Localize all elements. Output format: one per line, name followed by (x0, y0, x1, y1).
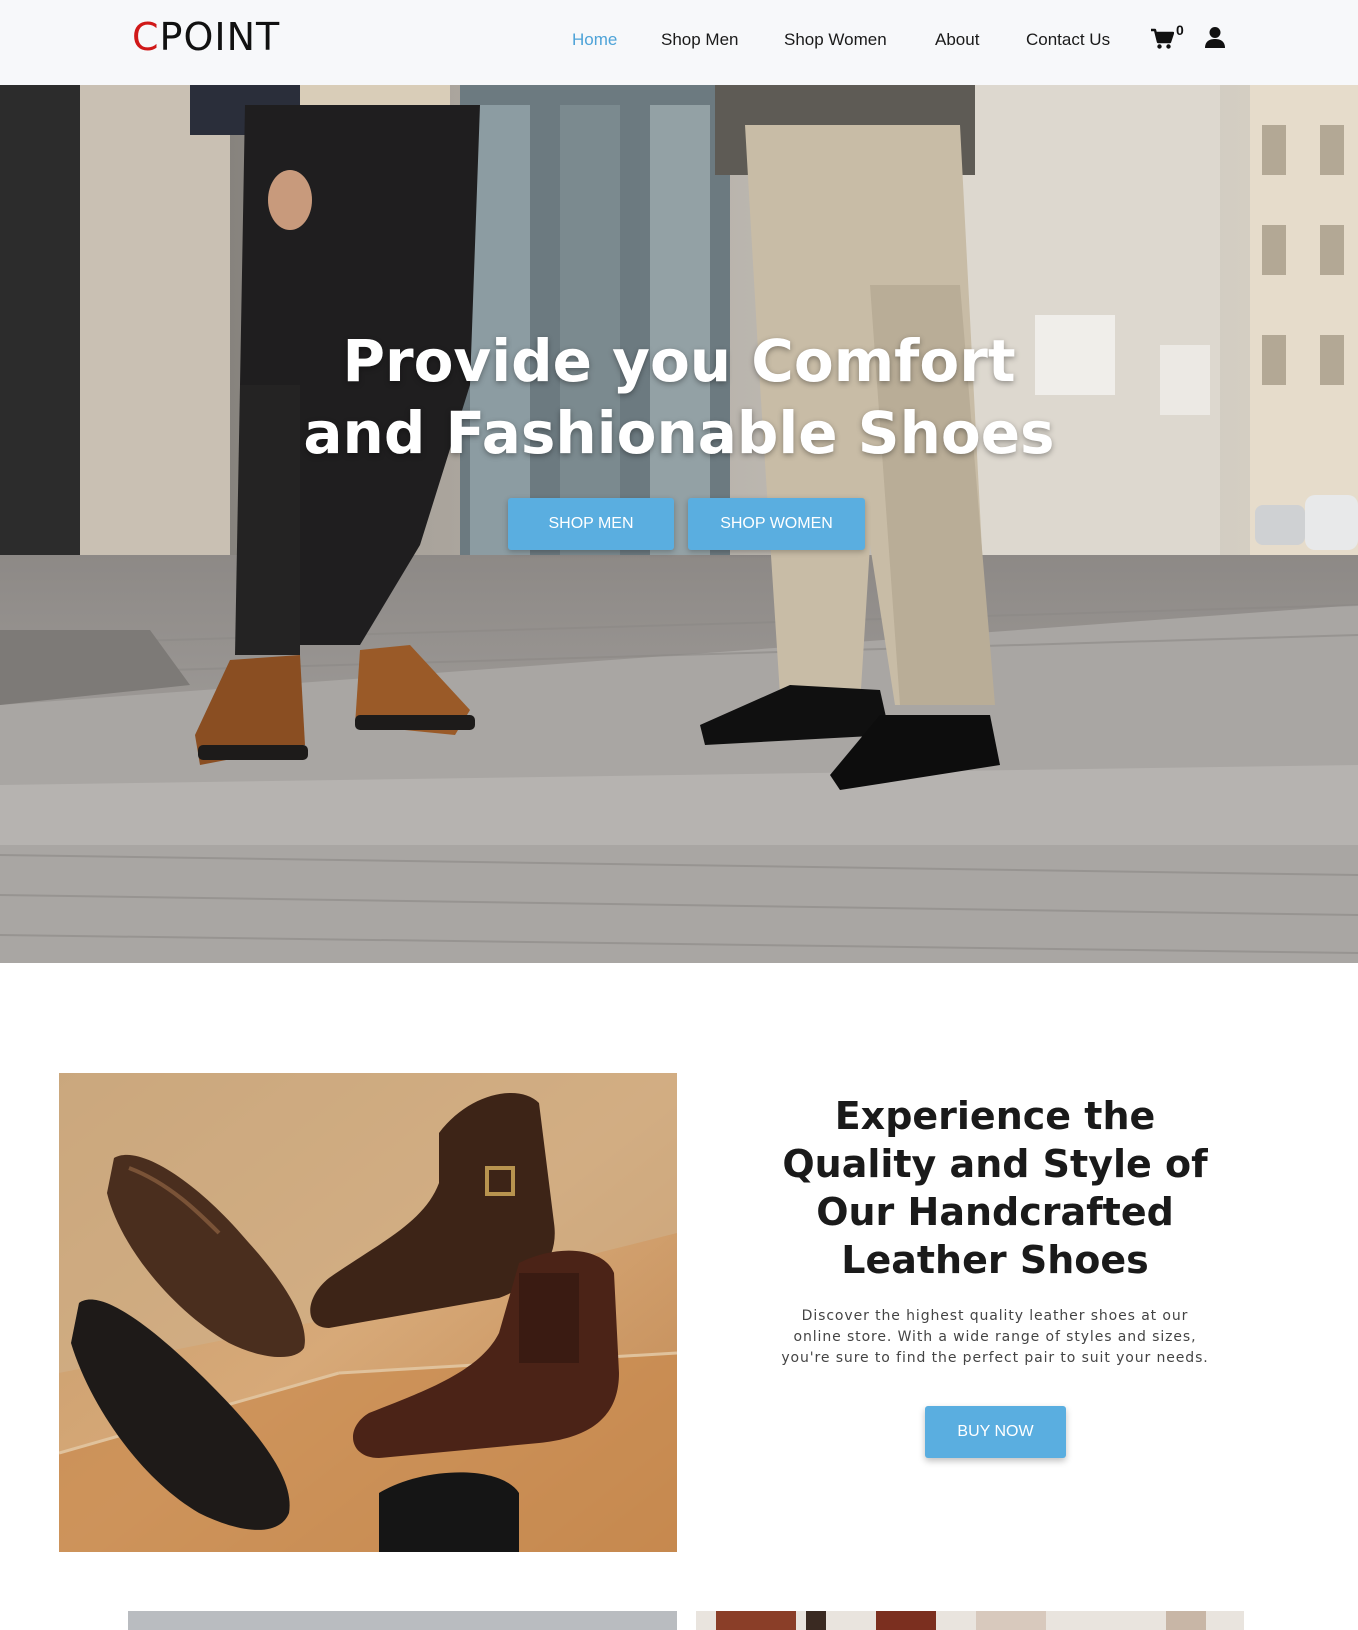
brand-logo[interactable]: CPOINT (132, 15, 280, 59)
account-button[interactable] (1204, 26, 1226, 50)
nav-shop-men[interactable]: Shop Men (661, 29, 739, 51)
feature-heading: Experience the Quality and Style of Our … (740, 1092, 1250, 1284)
category-image-right-illustration (716, 1611, 1206, 1630)
hero-title-line1: Provide you Comfort (342, 327, 1016, 395)
nav-shop-women[interactable]: Shop Women (784, 29, 887, 51)
shopping-cart-icon (1151, 28, 1174, 49)
logo-text: POINT (159, 15, 281, 59)
user-icon (1205, 27, 1225, 48)
category-image-right (696, 1611, 1244, 1630)
nav-contact-us[interactable]: Contact Us (1026, 29, 1110, 51)
feature-heading-line1: Experience the (834, 1094, 1156, 1138)
nav-about[interactable]: About (935, 29, 979, 51)
hero-title: Provide you Comfort and Fashionable Shoe… (229, 325, 1129, 469)
feature-description: Discover the highest quality leather sho… (764, 1306, 1226, 1369)
feature-text-line1: Discover the highest quality leather sho… (801, 1308, 1189, 1324)
cart-button[interactable]: 0 (1150, 22, 1190, 54)
hero-title-line2: and Fashionable Shoes (303, 399, 1055, 467)
feature-heading-line2: Quality and Style of (782, 1142, 1208, 1186)
shop-men-button[interactable]: SHOP MEN (508, 498, 674, 550)
category-image-left (128, 1611, 677, 1630)
cart-count-badge: 0 (1176, 22, 1184, 38)
buy-now-button[interactable]: BUY NOW (925, 1406, 1066, 1458)
feature-heading-line4: Leather Shoes (841, 1238, 1149, 1282)
leather-shoes-illustration (59, 1073, 677, 1552)
hero-banner: Provide you Comfort and Fashionable Shoe… (0, 85, 1358, 963)
feature-text-line3: you're sure to find the perfect pair to … (781, 1350, 1209, 1366)
logo-letter-c: C (132, 15, 160, 59)
feature-heading-line3: Our Handcrafted (816, 1190, 1174, 1234)
feature-text-line2: online store. With a wide range of style… (793, 1329, 1197, 1345)
hero-background-image (0, 85, 1358, 963)
shop-women-button[interactable]: SHOP WOMEN (688, 498, 865, 550)
leather-shoes-image (59, 1073, 677, 1552)
navbar: CPOINT Home Shop Men Shop Women About Co… (0, 0, 1358, 85)
nav-home[interactable]: Home (572, 29, 617, 51)
